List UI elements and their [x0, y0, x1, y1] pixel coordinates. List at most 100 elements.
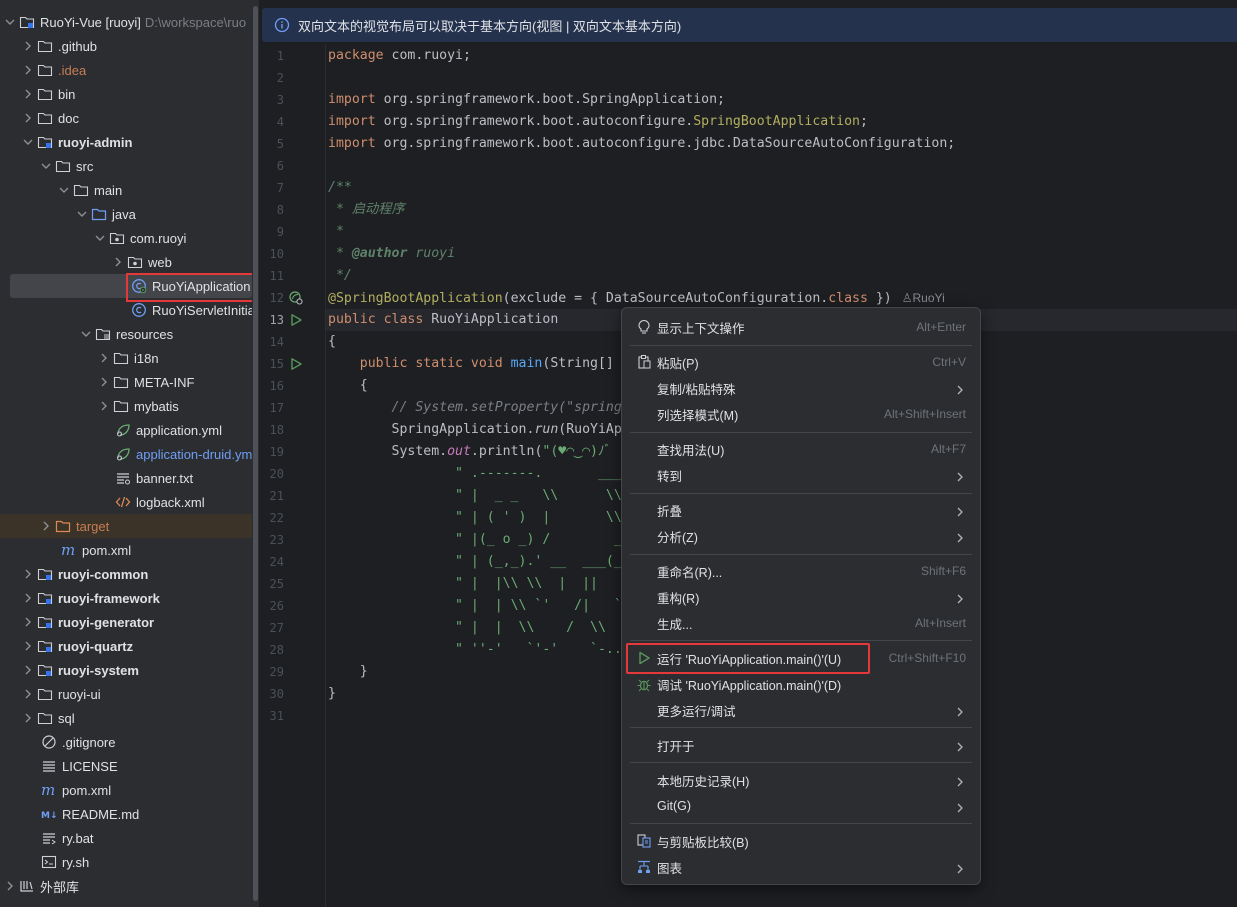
menu-item-folding[interactable]: 折叠	[628, 497, 974, 523]
tree-item-ry-bat[interactable]: ry.bat	[0, 826, 252, 850]
line-number: 28	[269, 643, 284, 657]
chevron-right-icon[interactable]	[38, 521, 54, 531]
tree-item-mybatis[interactable]: mybatis	[0, 394, 252, 418]
chevron-right-icon[interactable]	[20, 65, 36, 75]
chevron-right-icon[interactable]	[20, 665, 36, 675]
menu-item-compare-clipboard[interactable]: 与剪贴板比较(B)	[628, 828, 974, 854]
menu-item-rename[interactable]: 重命名(R)... Shift+F6	[628, 558, 974, 584]
tree-item-banner-txt[interactable]: banner.txt	[0, 466, 252, 490]
tree-item-ruoyi-common[interactable]: ruoyi-common	[0, 562, 252, 586]
tree-item-bin[interactable]: bin	[0, 82, 252, 106]
code-token: (String[]	[542, 356, 614, 371]
tree-item-ruoyi-ui[interactable]: ruoyi-ui	[0, 682, 252, 706]
code-line-1: package com.ruoyi;	[328, 45, 471, 67]
tree-item-root-pom-xml[interactable]: m pom.xml	[0, 778, 252, 802]
line-number: 17	[269, 401, 284, 415]
tree-item-ruoyiservletinitializer[interactable]: RuoYiServletInitial	[0, 298, 252, 322]
tree-item-doc[interactable]: doc	[0, 106, 252, 130]
chevron-down-icon[interactable]	[2, 17, 18, 27]
menu-item-diagrams[interactable]: 图表	[628, 854, 974, 880]
spring-bean-gutter-icon[interactable]	[289, 291, 303, 305]
chevron-right-icon[interactable]	[96, 377, 112, 387]
menu-item-find-usages[interactable]: 查找用法(U) Alt+F7	[628, 436, 974, 462]
chevron-right-icon[interactable]	[96, 353, 112, 363]
tree-item-readme[interactable]: M↓ README.md	[0, 802, 252, 826]
tree-item-ruoyi-framework[interactable]: ruoyi-framework	[0, 586, 252, 610]
tree-item-java[interactable]: java	[0, 202, 252, 226]
chevron-down-icon[interactable]	[78, 329, 94, 339]
chevron-right-icon[interactable]	[20, 593, 36, 603]
tree-item-application-yml[interactable]: application.yml	[0, 418, 252, 442]
chevron-right-icon[interactable]	[20, 641, 36, 651]
chevron-down-icon[interactable]	[92, 233, 108, 243]
menu-item-generate[interactable]: 生成... Alt+Insert	[628, 610, 974, 636]
tree-item-ruoyi-system[interactable]: ruoyi-system	[0, 658, 252, 682]
chevron-right-icon[interactable]	[20, 617, 36, 627]
run-gutter-icon[interactable]	[289, 313, 303, 327]
menu-item-refactor[interactable]: 重构(R)	[628, 584, 974, 610]
tree-item-label: mybatis	[134, 398, 179, 414]
tree-item-idea[interactable]: .idea	[0, 58, 252, 82]
tree-item-main[interactable]: main	[0, 178, 252, 202]
tree-item-resources[interactable]: resources	[0, 322, 252, 346]
code-line-20: " .-------. ____	[328, 466, 630, 481]
run-gutter-icon[interactable]	[289, 357, 303, 371]
tree-item-com-ruoyi[interactable]: com.ruoyi	[0, 226, 252, 250]
menu-item-open-in[interactable]: 打开于	[628, 732, 974, 758]
menu-item-show-context-actions[interactable]: 显示上下文操作 Alt+Enter	[628, 314, 974, 340]
chevron-right-icon[interactable]	[20, 689, 36, 699]
menu-item-copy-paste-special[interactable]: 复制/粘贴特殊	[628, 375, 974, 401]
code-token: org.springframework.boot.SpringApplicati…	[375, 92, 725, 107]
tree-item-src[interactable]: src	[0, 154, 252, 178]
tree-item-target[interactable]: target	[0, 514, 252, 538]
tree-item-root[interactable]: RuoYi-Vue [ruoyi] D:\workspace\ruo	[0, 10, 252, 34]
tree-item-external-libraries[interactable]: 外部库	[0, 874, 252, 898]
tree-item-label: application.yml	[136, 422, 222, 438]
tree-item-web[interactable]: web	[0, 250, 252, 274]
menu-item-run-main[interactable]: 运行 'RuoYiApplication.main()'(U) Ctrl+Shi…	[628, 645, 974, 671]
menu-item-analyze[interactable]: 分析(Z)	[628, 523, 974, 549]
tree-item-gitignore[interactable]: .gitignore	[0, 730, 252, 754]
chevron-down-icon[interactable]	[56, 185, 72, 195]
menu-item-git[interactable]: Git(G)	[628, 793, 974, 819]
chevron-right-icon[interactable]	[20, 41, 36, 51]
tree-item-label: ruoyi-ui	[58, 686, 101, 702]
chevron-down-icon[interactable]	[38, 161, 54, 171]
tree-scrollbar[interactable]	[252, 0, 259, 907]
menu-item-paste[interactable]: 粘贴(P) Ctrl+V	[628, 349, 974, 375]
tree-item-license[interactable]: LICENSE	[0, 754, 252, 778]
chevron-right-icon[interactable]	[2, 881, 18, 891]
chevron-down-icon[interactable]	[20, 137, 36, 147]
tree-item-admin-pom-xml[interactable]: m pom.xml	[0, 538, 252, 562]
menu-item-more-run-debug[interactable]: 更多运行/调试	[628, 697, 974, 723]
tree-item-github[interactable]: .github	[0, 34, 252, 58]
chevron-right-icon[interactable]	[20, 89, 36, 99]
tree-item-label: ruoyi-framework	[58, 590, 160, 606]
chevron-right-icon[interactable]	[110, 257, 126, 267]
tree-item-ruoyi-admin[interactable]: ruoyi-admin	[0, 130, 252, 154]
chevron-right-icon[interactable]	[20, 113, 36, 123]
tree-item-label: ry.sh	[62, 854, 90, 870]
tree-item-i18n[interactable]: i18n	[0, 346, 252, 370]
chevron-right-icon[interactable]	[96, 401, 112, 411]
code-line-26: " | | \\ `' /| `	[328, 598, 622, 613]
tree-item-ry-sh[interactable]: ry.sh	[0, 850, 252, 874]
diagram-icon	[636, 859, 652, 875]
tree-item-ruoyi-generator[interactable]: ruoyi-generator	[0, 610, 252, 634]
tree-scrollbar-thumb[interactable]	[253, 6, 258, 901]
menu-item-local-history[interactable]: 本地历史记录(H)	[628, 767, 974, 793]
chevron-right-icon[interactable]	[20, 713, 36, 723]
menu-item-column-selection[interactable]: 列选择模式(M) Alt+Shift+Insert	[628, 401, 974, 427]
tree-item-ruoyi-quartz[interactable]: ruoyi-quartz	[0, 634, 252, 658]
menu-item-debug-main[interactable]: 调试 'RuoYiApplication.main()'(D)	[628, 671, 974, 697]
chevron-down-icon[interactable]	[74, 209, 90, 219]
author-inlay-hint[interactable]: ♙RuoYi	[902, 291, 945, 305]
bulb-icon	[636, 319, 652, 335]
tree-item-application-druid-yml[interactable]: application-druid.yml	[0, 442, 252, 466]
tree-item-meta-inf[interactable]: META-INF	[0, 370, 252, 394]
menu-item-goto[interactable]: 转到	[628, 462, 974, 488]
tree-item-sql[interactable]: sql	[0, 706, 252, 730]
chevron-right-icon[interactable]	[20, 569, 36, 579]
tree-item-ruoyiapplication[interactable]: RuoYiApplication	[10, 274, 252, 298]
tree-item-logback-xml[interactable]: logback.xml	[0, 490, 252, 514]
